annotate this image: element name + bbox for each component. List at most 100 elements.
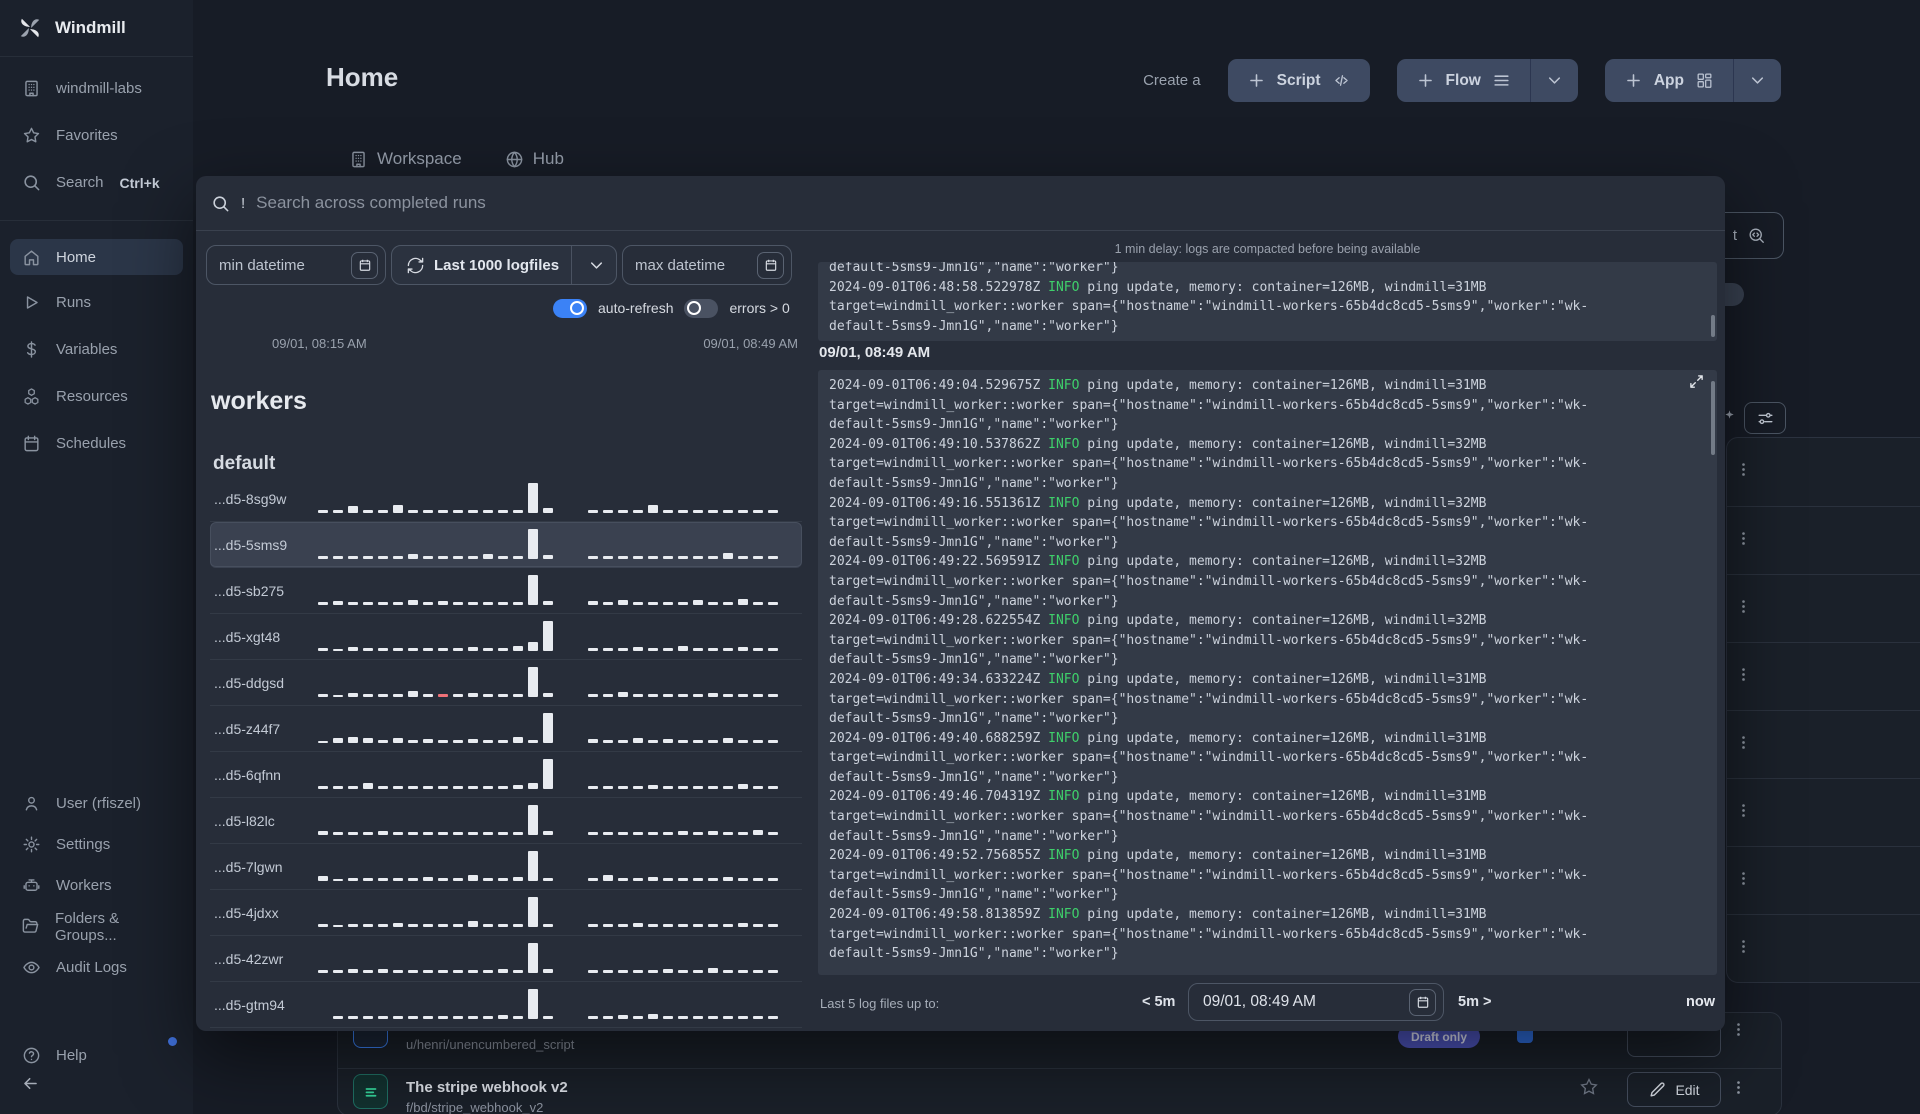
log-line: target=windmill_worker::worker span={"ho…: [829, 809, 1589, 825]
errors-label: errors > 0: [729, 300, 790, 316]
kebab-menu-icon[interactable]: [1730, 1021, 1747, 1043]
kebab-menu-icon[interactable]: [1735, 530, 1752, 552]
sparkline-bar: [603, 785, 613, 789]
app-dropdown-chevron[interactable]: [1733, 59, 1781, 102]
logs-footer: Last 5 log files up to: < 5m 5m > now: [818, 983, 1717, 1025]
create-flow-button[interactable]: Flow: [1397, 59, 1530, 102]
worker-row-d5-xgt48[interactable]: ...d5-xgt48: [210, 614, 802, 660]
sidebar-item-user-rfiszel[interactable]: User (rfiszel): [0, 783, 193, 824]
scrollbar-thumb[interactable]: [1711, 381, 1715, 455]
sidebar-item-schedules[interactable]: Schedules: [0, 420, 193, 467]
sidebar-item-home[interactable]: Home: [10, 239, 183, 275]
scrollbar-thumb[interactable]: [1711, 315, 1715, 337]
globe-icon: [505, 150, 524, 169]
filter-settings-button[interactable]: [1744, 402, 1786, 434]
runs-table-row[interactable]: [1727, 506, 1920, 574]
sidebar-item-favorites[interactable]: Favorites: [0, 112, 193, 159]
worker-name: ...d5-l82lc: [214, 812, 275, 829]
worker-row-d5-ddgsd[interactable]: ...d5-ddgsd: [210, 660, 802, 706]
grid-icon: [1695, 71, 1714, 90]
runs-table-row[interactable]: [1727, 710, 1920, 778]
expand-icon[interactable]: [1689, 374, 1704, 394]
worker-row-d5-5sms9[interactable]: ...d5-5sms9: [210, 522, 802, 568]
worker-row-d5-7lgwn[interactable]: ...d5-7lgwn: [210, 844, 802, 890]
kebab-menu-icon[interactable]: [1735, 461, 1752, 483]
sidebar-item-label: Workers: [56, 877, 112, 894]
sparkline-bar: [543, 600, 553, 605]
kebab-menu-icon[interactable]: [1730, 1079, 1747, 1101]
log-datetime-input[interactable]: [1189, 993, 1409, 1011]
search-completed-runs-input[interactable]: [256, 193, 1710, 213]
kebab-menu-icon[interactable]: [1735, 666, 1752, 688]
calendar-button[interactable]: [351, 251, 378, 279]
tab-workspace[interactable]: Workspace: [349, 149, 462, 169]
max-datetime-input[interactable]: [623, 256, 757, 274]
sidebar-item-windmill-labs[interactable]: windmill-labs: [0, 65, 193, 112]
calendar-button[interactable]: [757, 251, 784, 279]
favorite-star-icon[interactable]: [1579, 1077, 1599, 1102]
sparkline-bar: [603, 647, 613, 651]
runs-table-row[interactable]: [1727, 438, 1920, 506]
worker-row-d5-8sg9w[interactable]: ...d5-8sg9w: [210, 476, 802, 522]
sidebar-item-folders-groups[interactable]: Folders & Groups...: [0, 906, 193, 947]
sparkline-bar: [498, 831, 508, 835]
kebab-menu-icon[interactable]: [1735, 802, 1752, 824]
calendar-icon: [1416, 995, 1430, 1009]
sparkline-bar: [498, 877, 508, 881]
sparkline-bar: [483, 739, 493, 743]
modal-search-bar: !: [196, 176, 1725, 231]
runs-table-row[interactable]: [1727, 574, 1920, 642]
min-datetime-input[interactable]: [207, 256, 351, 274]
worker-activity-sparkline: [318, 798, 798, 844]
sparkline-bar: [603, 874, 613, 881]
sidebar-item-runs[interactable]: Runs: [0, 279, 193, 326]
sparkline-bar: [768, 555, 778, 559]
worker-row-d5-4jdxx[interactable]: ...d5-4jdxx: [210, 890, 802, 936]
kebab-menu-icon[interactable]: [1735, 870, 1752, 892]
list-item[interactable]: The stripe webhook v2 f/bd/stripe_webhoo…: [338, 1068, 1781, 1114]
select-chevron[interactable]: [571, 246, 616, 284]
auto-refresh-toggle[interactable]: [553, 298, 587, 318]
runs-table-row[interactable]: [1727, 914, 1920, 982]
errors-toggle[interactable]: [684, 298, 719, 318]
tab-hub[interactable]: Hub: [505, 149, 564, 169]
log-line: default-5sms9-Jmn1G","name":"worker"}: [829, 417, 1119, 433]
collapse-sidebar-button[interactable]: [21, 1074, 40, 1098]
calendar-button[interactable]: [1409, 988, 1436, 1016]
sparkline-bar: [618, 739, 628, 743]
sparkline-bar: [528, 641, 538, 651]
kebab-menu-icon[interactable]: [1735, 938, 1752, 960]
sidebar-item-audit-logs[interactable]: Audit Logs: [0, 947, 193, 988]
worker-row-d5-gtm94[interactable]: ...d5-gtm94: [210, 982, 802, 1028]
runs-table-row[interactable]: [1727, 642, 1920, 710]
sparkline-bar: [528, 782, 538, 789]
script-icon: [353, 1074, 388, 1109]
worker-row-d5-l82lc[interactable]: ...d5-l82lc: [210, 798, 802, 844]
kebab-menu-icon[interactable]: [1735, 734, 1752, 756]
sidebar-item-workers[interactable]: Workers: [0, 865, 193, 906]
forward-5m-button[interactable]: 5m >: [1458, 994, 1491, 1010]
sparkline-bar: [723, 509, 733, 513]
back-5m-button[interactable]: < 5m: [1142, 994, 1175, 1010]
create-app-button[interactable]: App: [1605, 59, 1733, 102]
runs-table-row[interactable]: [1727, 778, 1920, 846]
worker-row-d5-42zwr[interactable]: ...d5-42zwr: [210, 936, 802, 982]
kebab-menu-icon[interactable]: [1735, 598, 1752, 620]
sidebar-item-resources[interactable]: Resources: [0, 373, 193, 420]
windmill-logo-icon: [17, 15, 43, 41]
sparkline-bar: [453, 877, 463, 881]
sidebar-item-settings[interactable]: Settings: [0, 824, 193, 865]
sidebar-item-help[interactable]: Help: [0, 1040, 193, 1070]
flow-dropdown-chevron[interactable]: [1529, 59, 1578, 102]
create-script-button[interactable]: Script: [1228, 59, 1370, 102]
now-button[interactable]: now: [1686, 994, 1715, 1010]
worker-row-d5-6qfnn[interactable]: ...d5-6qfnn: [210, 752, 802, 798]
sidebar-item-search[interactable]: Search Ctrl+k: [0, 159, 193, 206]
worker-row-d5-z44f7[interactable]: ...d5-z44f7: [210, 706, 802, 752]
edit-button[interactable]: Edit: [1627, 1072, 1721, 1107]
sidebar-item-variables[interactable]: Variables: [0, 326, 193, 373]
worker-row-d5-sb275[interactable]: ...d5-sb275: [210, 568, 802, 614]
runs-table-row[interactable]: [1727, 846, 1920, 914]
logfiles-select[interactable]: Last 1000 logfiles: [391, 245, 617, 285]
sparkline-bar: [753, 739, 763, 743]
